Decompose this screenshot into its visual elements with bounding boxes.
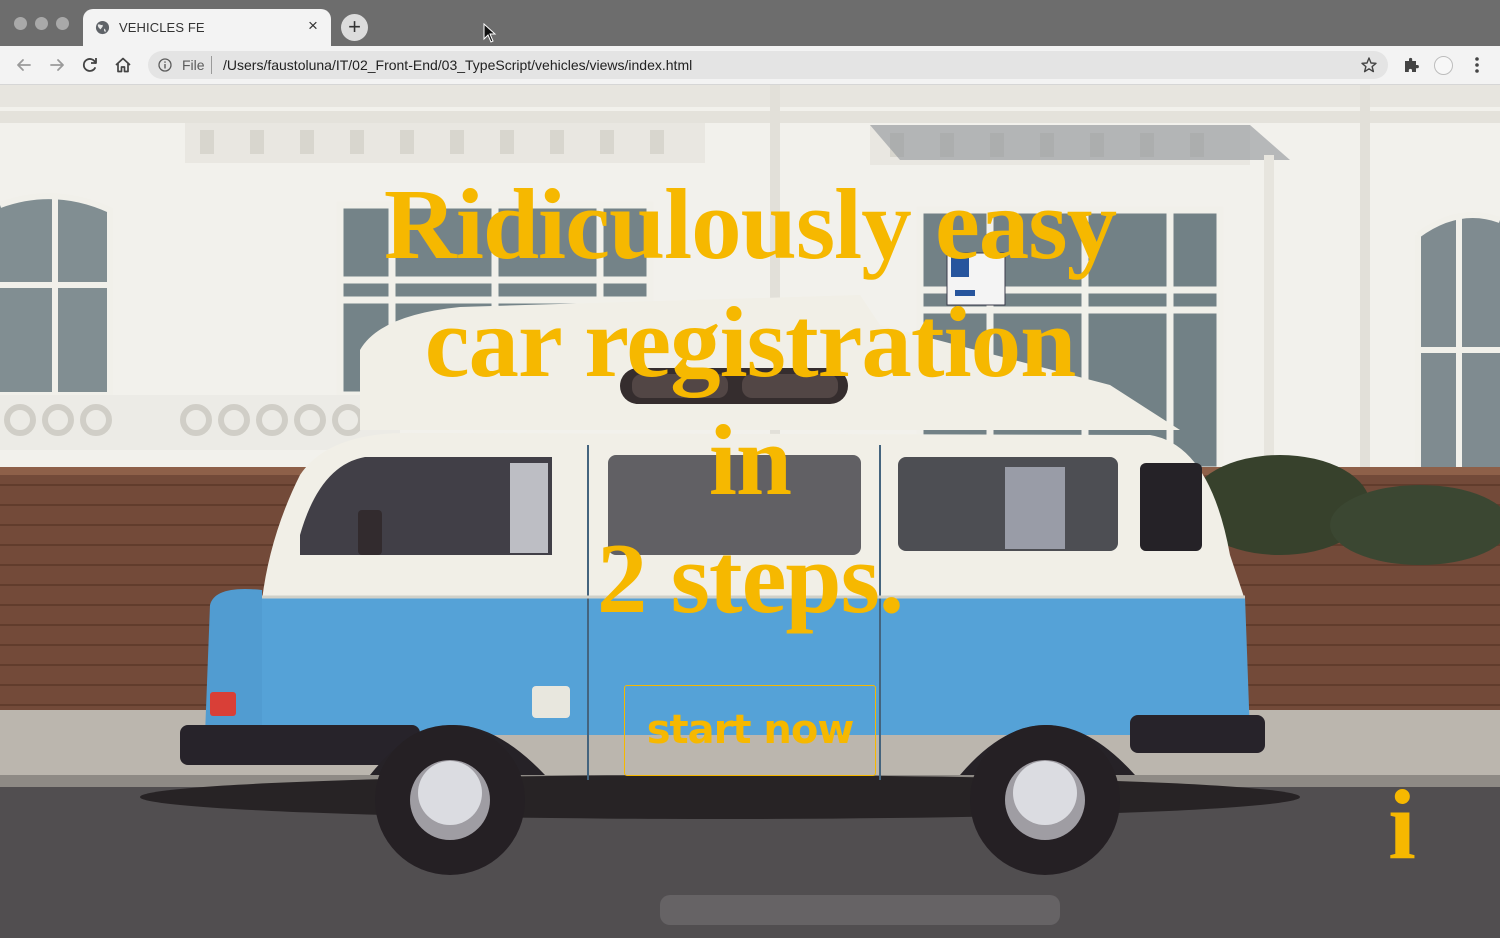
window-minimize-control[interactable]	[35, 17, 48, 30]
url-scheme-label: File	[182, 57, 205, 73]
url-divider	[211, 56, 212, 74]
hero-headline: Ridiculously easy car registration in 2 …	[250, 165, 1250, 637]
info-icon[interactable]	[158, 58, 172, 72]
address-bar[interactable]: File /Users/faustoluna/IT/02_Front-End/0…	[148, 51, 1388, 79]
back-arrow-icon[interactable]	[14, 55, 34, 75]
hero-headline-line: in	[708, 404, 792, 516]
browser-toolbar: File /Users/faustoluna/IT/02_Front-End/0…	[0, 46, 1500, 85]
window-close-control[interactable]	[14, 17, 27, 30]
mouse-pointer-icon	[483, 23, 497, 43]
reload-icon[interactable]	[80, 55, 100, 75]
star-icon[interactable]	[1360, 56, 1378, 74]
puzzle-extension-icon[interactable]	[1401, 55, 1421, 75]
start-now-button[interactable]: start now	[624, 685, 876, 776]
forward-arrow-icon[interactable]	[47, 55, 67, 75]
browser-tab-bar: VEHICLES FE × +	[0, 0, 1500, 46]
avatar[interactable]	[1434, 56, 1453, 75]
home-icon[interactable]	[113, 55, 133, 75]
plus-icon[interactable]: +	[341, 14, 368, 41]
globe-icon	[95, 20, 110, 35]
hero-headline-line: car registration	[424, 286, 1077, 398]
hero-headline-line: 2 steps.	[596, 522, 904, 634]
hero-headline-line: Ridiculously easy	[383, 168, 1117, 280]
url-text[interactable]: /Users/faustoluna/IT/02_Front-End/03_Typ…	[223, 57, 692, 73]
kebab-menu-icon[interactable]	[1469, 55, 1485, 75]
window-zoom-control[interactable]	[56, 17, 69, 30]
close-icon[interactable]: ×	[305, 17, 321, 34]
info-button[interactable]: i	[1378, 775, 1426, 875]
page-viewport: Ridiculously easy car registration in 2 …	[0, 85, 1500, 938]
tab-title: VEHICLES FE	[119, 20, 205, 35]
browser-tab[interactable]: VEHICLES FE ×	[83, 9, 331, 46]
